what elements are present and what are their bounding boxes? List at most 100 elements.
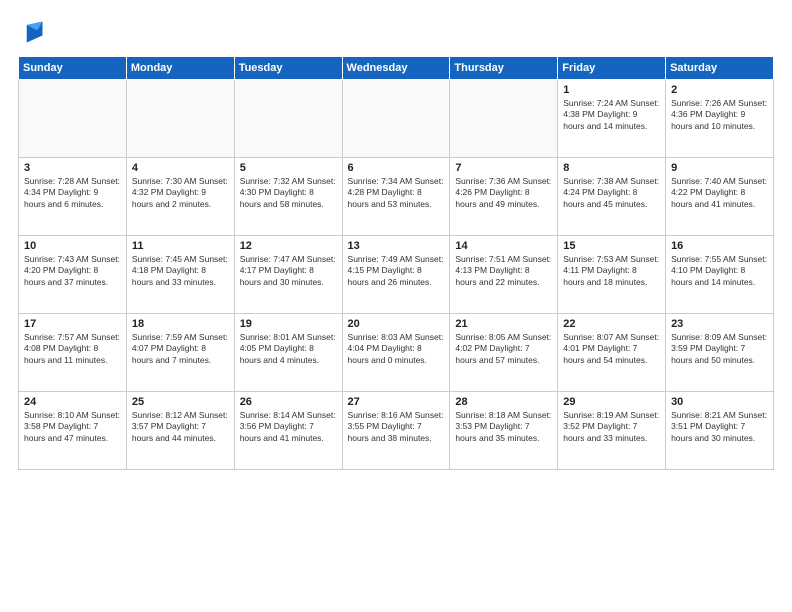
day-number: 27 (348, 396, 445, 408)
calendar-week-row: 17Sunrise: 7:57 AM Sunset: 4:08 PM Dayli… (19, 314, 774, 392)
day-number: 23 (671, 318, 768, 330)
day-info: Sunrise: 7:32 AM Sunset: 4:30 PM Dayligh… (240, 176, 337, 210)
day-info: Sunrise: 7:59 AM Sunset: 4:07 PM Dayligh… (132, 332, 229, 366)
header (18, 18, 774, 46)
day-number: 20 (348, 318, 445, 330)
calendar-cell: 30 Sunrise: 8:21 AM Sunset: 3:51 PM Dayli… (666, 392, 774, 470)
day-info: Sunrise: 7:43 AM Sunset: 4:20 PM Dayligh… (24, 254, 121, 288)
calendar-cell: 7Sunrise: 7:36 AM Sunset: 4:26 PM Daylig… (450, 158, 558, 236)
weekday-header: Saturday (666, 57, 774, 80)
day-number: 3 (24, 162, 121, 174)
day-number: 15 (563, 240, 660, 252)
calendar-week-row: 1 Sunrise: 7:24 AM Sunset: 4:38 PM Daylig… (19, 80, 774, 158)
calendar-cell: 27 Sunrise: 8:16 AM Sunset: 3:55 PM Dayli… (342, 392, 450, 470)
day-info: Sunrise: 7:53 AM Sunset: 4:11 PM Dayligh… (563, 254, 660, 288)
calendar-cell: 1 Sunrise: 7:24 AM Sunset: 4:38 PM Daylig… (558, 80, 666, 158)
day-info: Sunrise: 7:24 AM Sunset: 4:38 PM Dayligh… (563, 98, 660, 132)
day-info: Sunrise: 8:09 AM Sunset: 3:59 PM Dayligh… (671, 332, 768, 366)
day-info: Sunrise: 7:47 AM Sunset: 4:17 PM Dayligh… (240, 254, 337, 288)
day-number: 18 (132, 318, 229, 330)
day-number: 30 (671, 396, 768, 408)
day-info: Sunrise: 8:12 AM Sunset: 3:57 PM Dayligh… (132, 410, 229, 444)
weekday-header: Monday (126, 57, 234, 80)
calendar-week-row: 10 Sunrise: 7:43 AM Sunset: 4:20 PM Dayli… (19, 236, 774, 314)
calendar-cell: 25 Sunrise: 8:12 AM Sunset: 3:57 PM Dayli… (126, 392, 234, 470)
calendar-cell (450, 80, 558, 158)
day-number: 1 (563, 84, 660, 96)
calendar-cell (234, 80, 342, 158)
day-info: Sunrise: 8:19 AM Sunset: 3:52 PM Dayligh… (563, 410, 660, 444)
day-info: Sunrise: 7:45 AM Sunset: 4:18 PM Dayligh… (132, 254, 229, 288)
calendar-cell: 20 Sunrise: 8:03 AM Sunset: 4:04 PM Dayli… (342, 314, 450, 392)
day-info: Sunrise: 8:16 AM Sunset: 3:55 PM Dayligh… (348, 410, 445, 444)
calendar-cell: 21Sunrise: 8:05 AM Sunset: 4:02 PM Dayli… (450, 314, 558, 392)
day-number: 11 (132, 240, 229, 252)
day-number: 8 (563, 162, 660, 174)
weekday-header: Sunday (19, 57, 127, 80)
day-number: 12 (240, 240, 337, 252)
weekday-header: Friday (558, 57, 666, 80)
day-info: Sunrise: 8:18 AM Sunset: 3:53 PM Dayligh… (455, 410, 552, 444)
calendar-cell: 13 Sunrise: 7:49 AM Sunset: 4:15 PM Dayli… (342, 236, 450, 314)
day-info: Sunrise: 7:38 AM Sunset: 4:24 PM Dayligh… (563, 176, 660, 210)
calendar-week-row: 24 Sunrise: 8:10 AM Sunset: 3:58 PM Dayli… (19, 392, 774, 470)
day-number: 6 (348, 162, 445, 174)
weekday-header: Thursday (450, 57, 558, 80)
calendar-cell: 16 Sunrise: 7:55 AM Sunset: 4:10 PM Dayli… (666, 236, 774, 314)
calendar-cell: 23 Sunrise: 8:09 AM Sunset: 3:59 PM Dayli… (666, 314, 774, 392)
day-number: 7 (455, 162, 552, 174)
calendar-cell: 6 Sunrise: 7:34 AM Sunset: 4:28 PM Daylig… (342, 158, 450, 236)
calendar-table: SundayMondayTuesdayWednesdayThursdayFrid… (18, 56, 774, 470)
calendar-cell: 5 Sunrise: 7:32 AM Sunset: 4:30 PM Daylig… (234, 158, 342, 236)
calendar-cell: 4 Sunrise: 7:30 AM Sunset: 4:32 PM Daylig… (126, 158, 234, 236)
day-info: Sunrise: 7:57 AM Sunset: 4:08 PM Dayligh… (24, 332, 121, 366)
day-number: 25 (132, 396, 229, 408)
day-info: Sunrise: 7:30 AM Sunset: 4:32 PM Dayligh… (132, 176, 229, 210)
calendar-week-row: 3 Sunrise: 7:28 AM Sunset: 4:34 PM Daylig… (19, 158, 774, 236)
calendar-cell: 17Sunrise: 7:57 AM Sunset: 4:08 PM Dayli… (19, 314, 127, 392)
calendar-cell: 28 Sunrise: 8:18 AM Sunset: 3:53 PM Dayli… (450, 392, 558, 470)
day-number: 14 (455, 240, 552, 252)
day-info: Sunrise: 7:49 AM Sunset: 4:15 PM Dayligh… (348, 254, 445, 288)
day-info: Sunrise: 8:05 AM Sunset: 4:02 PM Dayligh… (455, 332, 552, 366)
day-number: 4 (132, 162, 229, 174)
day-info: Sunrise: 8:21 AM Sunset: 3:51 PM Dayligh… (671, 410, 768, 444)
day-info: Sunrise: 8:07 AM Sunset: 4:01 PM Dayligh… (563, 332, 660, 366)
calendar-cell: 9 Sunrise: 7:40 AM Sunset: 4:22 PM Daylig… (666, 158, 774, 236)
day-info: Sunrise: 7:40 AM Sunset: 4:22 PM Dayligh… (671, 176, 768, 210)
day-number: 24 (24, 396, 121, 408)
weekday-header: Wednesday (342, 57, 450, 80)
weekday-header: Tuesday (234, 57, 342, 80)
calendar-cell: 11 Sunrise: 7:45 AM Sunset: 4:18 PM Dayli… (126, 236, 234, 314)
day-info: Sunrise: 8:03 AM Sunset: 4:04 PM Dayligh… (348, 332, 445, 366)
weekday-header-row: SundayMondayTuesdayWednesdayThursdayFrid… (19, 57, 774, 80)
day-info: Sunrise: 7:34 AM Sunset: 4:28 PM Dayligh… (348, 176, 445, 210)
page: SundayMondayTuesdayWednesdayThursdayFrid… (0, 0, 792, 612)
calendar-cell: 8 Sunrise: 7:38 AM Sunset: 4:24 PM Daylig… (558, 158, 666, 236)
day-number: 28 (455, 396, 552, 408)
day-info: Sunrise: 8:14 AM Sunset: 3:56 PM Dayligh… (240, 410, 337, 444)
calendar-cell: 15 Sunrise: 7:53 AM Sunset: 4:11 PM Dayli… (558, 236, 666, 314)
day-number: 10 (24, 240, 121, 252)
day-info: Sunrise: 7:51 AM Sunset: 4:13 PM Dayligh… (455, 254, 552, 288)
day-number: 9 (671, 162, 768, 174)
day-info: Sunrise: 7:26 AM Sunset: 4:36 PM Dayligh… (671, 98, 768, 132)
calendar-cell: 18 Sunrise: 7:59 AM Sunset: 4:07 PM Dayli… (126, 314, 234, 392)
calendar-cell: 14 Sunrise: 7:51 AM Sunset: 4:13 PM Dayli… (450, 236, 558, 314)
calendar-cell: 2 Sunrise: 7:26 AM Sunset: 4:36 PM Daylig… (666, 80, 774, 158)
logo-icon (18, 18, 46, 46)
day-number: 19 (240, 318, 337, 330)
day-info: Sunrise: 7:55 AM Sunset: 4:10 PM Dayligh… (671, 254, 768, 288)
day-info: Sunrise: 8:10 AM Sunset: 3:58 PM Dayligh… (24, 410, 121, 444)
day-number: 29 (563, 396, 660, 408)
calendar-cell: 29 Sunrise: 8:19 AM Sunset: 3:52 PM Dayli… (558, 392, 666, 470)
day-number: 22 (563, 318, 660, 330)
day-number: 13 (348, 240, 445, 252)
day-number: 5 (240, 162, 337, 174)
calendar-cell: 22 Sunrise: 8:07 AM Sunset: 4:01 PM Dayli… (558, 314, 666, 392)
calendar-cell: 26Sunrise: 8:14 AM Sunset: 3:56 PM Dayli… (234, 392, 342, 470)
day-number: 16 (671, 240, 768, 252)
day-info: Sunrise: 7:28 AM Sunset: 4:34 PM Dayligh… (24, 176, 121, 210)
calendar-cell: 24 Sunrise: 8:10 AM Sunset: 3:58 PM Dayli… (19, 392, 127, 470)
day-number: 2 (671, 84, 768, 96)
